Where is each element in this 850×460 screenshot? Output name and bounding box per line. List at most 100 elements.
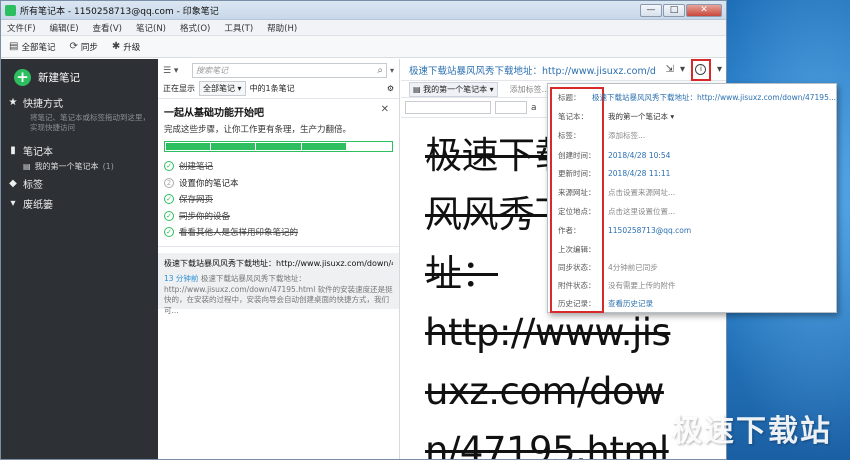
info-row-tags: 标签： 添加标签...: [548, 126, 836, 144]
all-notes-button[interactable]: ▤ 全部笔记: [9, 41, 55, 53]
get-started-title: 一起从基础功能开始吧: [164, 108, 264, 119]
new-note-button[interactable]: + 新建笔记: [1, 59, 158, 89]
notes-filter-select[interactable]: 全部笔记 ▾: [199, 81, 246, 96]
new-note-label: 新建笔记: [38, 72, 80, 84]
info-label: 同步状态：: [558, 262, 596, 272]
note-item-time: 13 分钟前: [164, 274, 199, 283]
info-value[interactable]: 1150258713@qq.com: [604, 226, 691, 235]
info-label: 标签：: [558, 130, 581, 140]
notebook-selector-label: 我的第一个笔记本: [423, 84, 488, 94]
progress-segment: [256, 143, 301, 150]
app-logo-icon: [5, 4, 16, 16]
info-value[interactable]: 2018/4/28 11:11: [604, 169, 670, 178]
menu-edit[interactable]: 编辑(E): [50, 22, 79, 34]
note-title-field[interactable]: 极速下载站暴风风秀下载地址：http://www.jisuxz.com/d: [409, 63, 666, 77]
upgrade-label: 升级: [123, 42, 141, 53]
sync-button[interactable]: ⟳ 同步: [69, 41, 97, 53]
info-label: 附件状态：: [558, 280, 596, 290]
search-placeholder: 搜索笔记: [196, 66, 228, 75]
sort-icon[interactable]: ⚙: [387, 84, 394, 93]
note-list-item[interactable]: 极速下载站暴风风秀下载地址：http://www.jisuxz.com/down…: [158, 253, 399, 315]
share-icon[interactable]: ⇲: [666, 64, 674, 75]
info-value[interactable]: 2018/4/28 10:54: [604, 151, 670, 160]
check-icon: ✓: [164, 161, 174, 172]
sidebar-item-shortcuts[interactable]: ★ 快捷方式: [8, 95, 158, 110]
trash-label: 废纸篓: [23, 200, 53, 211]
info-label: 来源网址：: [558, 187, 596, 197]
info-value[interactable]: 我的第一个笔记本 ▾: [604, 111, 674, 122]
info-value[interactable]: 添加标签...: [604, 130, 645, 141]
search-input[interactable]: 搜索笔记 ⌕: [192, 63, 387, 78]
menu-help[interactable]: 帮助(H): [267, 22, 297, 34]
check-icon: ✓: [164, 194, 174, 205]
close-button[interactable]: ✕: [686, 3, 722, 17]
info-row-history: 历史记录： 查看历史记录: [548, 294, 836, 312]
info-label: 作者：: [558, 225, 581, 235]
progress-segment: [301, 143, 346, 150]
step-item[interactable]: ✓ 同步你的设备: [164, 208, 393, 225]
info-value: 极速下载站暴风风秀下载地址：http://www.jisuxz.com/down…: [592, 92, 836, 102]
view-history-link[interactable]: 查看历史记录: [604, 298, 653, 309]
toolbar: ▤ 全部笔记 ⟳ 同步 ✱ 升级: [1, 36, 726, 58]
get-started-card: 一起从基础功能开始吧 ✕ 完成这些步骤，让你工作更有条理，生产力翻倍。 ✓ 创建…: [158, 99, 399, 247]
tag-icon: ◆: [9, 178, 17, 189]
upgrade-button[interactable]: ✱ 升级: [112, 41, 140, 53]
sidebar-item-trash[interactable]: ▾ 废纸篓: [8, 196, 158, 211]
step-item[interactable]: ✓ 保存网页: [164, 191, 393, 208]
info-value[interactable]: 点击这里设置位置...: [604, 206, 675, 217]
font-color-button[interactable]: a: [531, 103, 537, 113]
info-row-source-url: 来源网址： 点击设置来源网址...: [548, 183, 836, 201]
progress-segment: [166, 143, 211, 150]
menu-file[interactable]: 文件(F): [7, 22, 36, 34]
view-options-button[interactable]: ☰ ▾: [163, 66, 189, 76]
more-icon[interactable]: ▾: [717, 64, 722, 75]
note-info-button[interactable]: i: [690, 59, 711, 81]
search-options-icon[interactable]: ▾: [390, 66, 394, 75]
note-list-panel: ☰ ▾ 搜索笔记 ⌕ ▾ 正在显示 全部笔记 ▾ 中的1条笔记 ⚙ 一起从基础功…: [158, 59, 400, 459]
star-icon: ★: [8, 97, 18, 108]
info-label: 历史记录：: [558, 298, 596, 308]
notes-icon: ▤: [9, 41, 19, 52]
close-icon[interactable]: ✕: [381, 104, 389, 115]
minimize-button[interactable]: —: [640, 3, 662, 17]
search-icon[interactable]: ⌕: [377, 65, 383, 76]
step-item[interactable]: ✓ 看看其他人是怎样用印象笔记的: [164, 224, 393, 241]
notebook-selector[interactable]: ▤ 我的第一个笔记本 ▾: [409, 81, 498, 97]
menu-note[interactable]: 笔记(N): [136, 22, 166, 34]
info-row-sync-status: 同步状态： 4分钟前已同步: [548, 258, 836, 276]
progress-segment: [211, 143, 256, 150]
menu-format[interactable]: 格式(O): [180, 22, 210, 34]
trash-icon: ▾: [10, 198, 16, 209]
info-row-notebook[interactable]: 笔记本： 我的第一个笔记本 ▾: [548, 107, 836, 125]
dropdown-icon[interactable]: ▾: [680, 64, 685, 75]
info-row-updated: 更新时间： 2018/4/28 11:11: [548, 164, 836, 182]
info-row-author: 作者： 1150258713@qq.com: [548, 221, 836, 239]
menu-view[interactable]: 查看(V): [93, 22, 122, 34]
note-item-snippet: 极速下载站暴风风秀下载地址：http://www.jisuxz.com/down…: [164, 274, 393, 315]
step-label: 同步你的设备: [179, 211, 231, 222]
small-notebook-icon: ▤: [23, 162, 31, 171]
sidebar-item-tags[interactable]: ◆ 标签: [8, 176, 158, 191]
notebook-item-count: (1): [102, 162, 114, 171]
note-item-title: 极速下载站暴风风秀下载地址：http://www.jisuxz.com/down…: [164, 259, 393, 268]
info-value[interactable]: 点击设置来源网址...: [604, 187, 675, 198]
step-item[interactable]: 2 设置你的笔记本: [164, 175, 393, 192]
step-item[interactable]: ✓ 创建笔记: [164, 158, 393, 175]
menu-tools[interactable]: 工具(T): [224, 22, 253, 34]
info-row-location: 定位地点： 点击这里设置位置...: [548, 202, 836, 220]
add-tag-input[interactable]: 添加标签...: [510, 84, 550, 95]
font-size-select[interactable]: [495, 101, 527, 114]
note-item-snippet-block: 13 分钟前 极速下载站暴风风秀下载地址：http://www.jisuxz.c…: [164, 274, 393, 316]
showing-label: 正在显示: [163, 84, 195, 93]
info-row-last-edit: 上次编辑：: [548, 240, 836, 258]
notebooks-label: 笔记本: [23, 147, 53, 158]
font-family-select[interactable]: [405, 101, 491, 114]
note-count-text: 中的1条笔记: [249, 84, 295, 93]
sidebar-item-notebooks[interactable]: ▮ 笔记本: [8, 143, 158, 158]
sync-icon: ⟳: [69, 41, 78, 52]
check-icon: ✓: [164, 227, 174, 238]
sidebar-notebook-item[interactable]: ▤ 我的第一个笔记本 (1): [8, 158, 158, 172]
step-label: 看看其他人是怎样用印象笔记的: [179, 228, 299, 239]
info-label: 定位地点：: [558, 206, 596, 216]
maximize-button[interactable]: □: [663, 3, 685, 17]
